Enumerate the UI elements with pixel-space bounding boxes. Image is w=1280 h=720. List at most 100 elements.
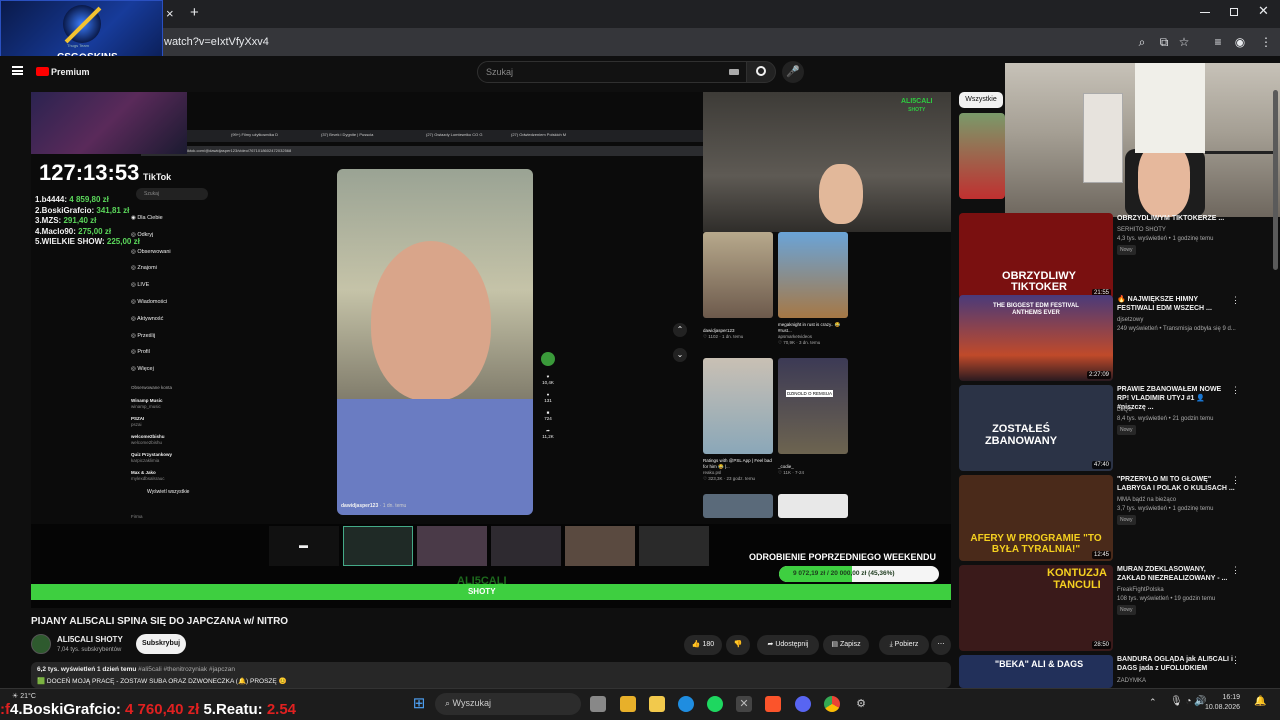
description-box[interactable]: 6,2 tys. wyświetleń 1 dzień temu #ali5ca… [31,662,951,688]
share-button[interactable]: ➦ Udostępnij [757,635,819,655]
recommended-meta: 3,7 tys. wyświetleń • 1 godzinę temu [1117,506,1214,512]
recommended-badge: Nowy [1117,605,1136,615]
zoom-icon[interactable]: ⌕ [1134,34,1150,50]
video-thumbnail: KONTUZJA TANCULI 28:50 [959,565,1113,651]
xbox-icon[interactable]: ✕ [736,696,752,712]
task-view-icon[interactable] [590,696,606,712]
thumbnail-text: THE BIGGEST EDM FESTIVAL ANTHEMS EVER [993,303,1079,316]
taskbar-search[interactable]: ⌕ Wyszukaj [435,693,581,715]
hamburger-menu-icon[interactable] [12,66,23,75]
channel-name[interactable]: ALI5CALI SHOTY [57,635,123,644]
recommended-video[interactable]: KONTUZJA TANCULI 28:50 MURAN ZDEKLASOWAN… [959,565,1271,653]
goal-text: 9 072,19 zł / 20 000,00 zł (45,36%) [793,570,895,577]
streamer-camera-overlay [1005,63,1280,217]
menu-dots-icon[interactable]: ⋮ [1258,34,1274,50]
dislike-button[interactable]: 👎 [726,635,750,655]
recommended-title: MURAN ZDEKLASOWANY, ZAKŁAD NIEZREALIZOWA… [1117,566,1228,582]
wifi-icon: ◔ [1185,696,1192,707]
address-bar[interactable]: watch?v=eIxtVfyXxv4 ⌕ ⧉ ☆ ≡ ◉ ⋮ [0,28,1280,56]
goal-bar: 9 072,19 zł / 20 000,00 zł (45,36%) [779,566,939,582]
recommended-video[interactable]: THE BIGGEST EDM FESTIVAL ANTHEMS EVER 2:… [959,295,1271,383]
search-button[interactable] [746,61,776,83]
recommended-channel: djsetzowy [1117,317,1144,323]
search-input[interactable]: Szukaj [477,61,747,83]
microphone-icon[interactable]: 🎤 [782,61,804,83]
leaderboard-amount: 291,40 zł [63,216,97,225]
recommended-title: BANDURA OGLĄDA jak ALI5CALI i DAGS jada … [1117,656,1233,672]
more-options-icon[interactable]: ⋮ [1231,565,1240,576]
save-button[interactable]: ▤ Zapisz [823,635,869,655]
tiktok-menu-item: ◎ Więcej [131,366,154,373]
video-actions: ♥ 10,4K ● 131 ■ 724 ➦ 11,2K [539,352,557,440]
leaderboard-row: 3.MZS: 291,40 zł [35,216,140,227]
spotify-icon[interactable] [707,696,723,712]
more-options-icon[interactable]: ⋮ [1231,295,1240,306]
thumbnail-text: AFERY W PROGRAMIE "TO BYŁA TYRALNIA!" [970,533,1102,555]
description-line: 🟩 DOCEŃ MOJĄ PRACĘ - ZOSTAW SUBA ORAZ DZ… [37,678,287,685]
playlist-icon[interactable]: ≡ [1210,34,1226,50]
url-text[interactable]: watch?v=eIxtVfyXxv4 [164,36,269,48]
windows-start-icon[interactable]: ⊞ [411,696,427,712]
leaderboard-name: 2.BoskiGrafcio: [35,205,95,215]
page-scrollbar[interactable] [1273,90,1278,270]
brand-bar-title: ALI5CALI SHOTY [457,575,507,597]
subscribe-button[interactable]: Subskrybuj [136,634,186,654]
stream-lower: NA ŻYWO ▬ ODROBIENIE POPRZEDNIEGO WEEKEN… [31,524,951,608]
video-user: dawidjasper123 · 1 dn. temu [341,503,407,509]
cam-watermark: ALI5CALI SHOTY [901,98,933,113]
notification-icon[interactable]: 🔔 [1254,696,1266,707]
thumbnail-text: "BEKA" ALI & DAGS [994,659,1084,669]
video-player[interactable]: (99+) Filmy użytkownika D (37) Brvek i D… [31,92,951,608]
edge-icon[interactable] [678,696,694,712]
clock[interactable]: 16:19 10.08.2026 [1200,693,1240,713]
tiktok-menu-item: ◎ Wiadomości [131,298,168,305]
donation-ticker: :f4.BoskiGrafcio: 4 760,40 zł 5.Reatu: 2… [0,701,297,718]
discord-icon[interactable] [795,696,811,712]
more-options-icon[interactable]: ⋮ [1231,385,1240,396]
like-button[interactable]: 👍 180 [684,635,722,655]
folder-icon[interactable] [649,696,665,712]
more-options-icon[interactable]: ⋮ [1231,475,1240,486]
minimize-button[interactable] [1200,12,1210,13]
bookmark-star-icon[interactable]: ☆ [1176,34,1192,50]
chrome-icon[interactable] [824,696,840,712]
recommended-video[interactable]: "BEKA" ALI & DAGS BANDURA OGLĄDA jak ALI… [959,655,1271,688]
weather-widget[interactable]: ☀ 21°C [12,692,36,700]
file-explorer-icon[interactable] [620,696,636,712]
brave-icon[interactable] [765,696,781,712]
followed-item: Winamp Music winamp_music [131,398,163,409]
recommended-video[interactable]: OBRZYDLIWY TIKTOKER 21:55 OBRZYDLIWYM TI… [959,205,1271,299]
premium-label[interactable]: Premium [51,67,90,77]
close-window-button[interactable]: ✕ [1258,3,1269,19]
inner-tab: (37) Brvek i Dygnite | Pusscia [321,132,374,137]
maximize-button[interactable] [1230,8,1238,16]
recommended-meta: 4,3 tys. wyświetleń • 1 godzinę temu [1117,236,1214,242]
tab-close-icon[interactable]: × [166,6,174,21]
grid-thumb: DZINOLD O REMSUA [778,358,848,454]
channel-avatar[interactable] [31,634,51,654]
recommended-video[interactable]: ZOSTAŁEŚ ZBANOWANY 47:40 PRAWIE ZBANOWAŁ… [959,385,1271,473]
filter-chip-all[interactable]: Wszystkie [959,92,1003,108]
tiktok-menu-item: ◎ Odkryj [131,231,154,238]
recommended-channel: FreakFightPolska [1117,587,1164,593]
youtube-logo-icon[interactable] [36,67,49,76]
profile-icon[interactable]: ◉ [1232,34,1248,50]
participant-tile [639,526,709,566]
duration-label: 12:45 [1091,551,1111,559]
recommended-title: PRAWIE ZBANOWAŁEM NOWE RP! VLADIMIR UTYJ… [1117,386,1222,411]
video-thumbnail: THE BIGGEST EDM FESTIVAL ANTHEMS EVER 2:… [959,295,1113,381]
partial-thumb [959,113,1005,199]
recommended-video[interactable]: AFERY W PROGRAMIE "TO BYŁA TYRALNIA!" 12… [959,475,1271,563]
goal-title: ODROBIENIE POPRZEDNIEGO WEEKENDU [749,552,937,562]
more-options-icon[interactable]: ⋮ [1231,655,1240,666]
new-tab-button[interactable]: + [190,4,199,21]
settings-icon[interactable]: ⚙ [853,696,869,712]
more-actions-button[interactable]: ⋯ [931,635,951,655]
grid-meta: Ratings with @PSL App | Feel bad for him… [703,458,772,481]
download-button[interactable]: ⤓ Pobierz [879,635,929,655]
tray-chevron-icon[interactable]: ⌃ [1149,697,1157,708]
install-icon[interactable]: ⧉ [1156,34,1172,50]
video-thumbnail: AFERY W PROGRAMIE "TO BYŁA TYRALNIA!" 12… [959,475,1113,561]
grid-label: DZINOLD O REMSUA [786,390,834,397]
keyboard-icon[interactable] [729,69,739,75]
